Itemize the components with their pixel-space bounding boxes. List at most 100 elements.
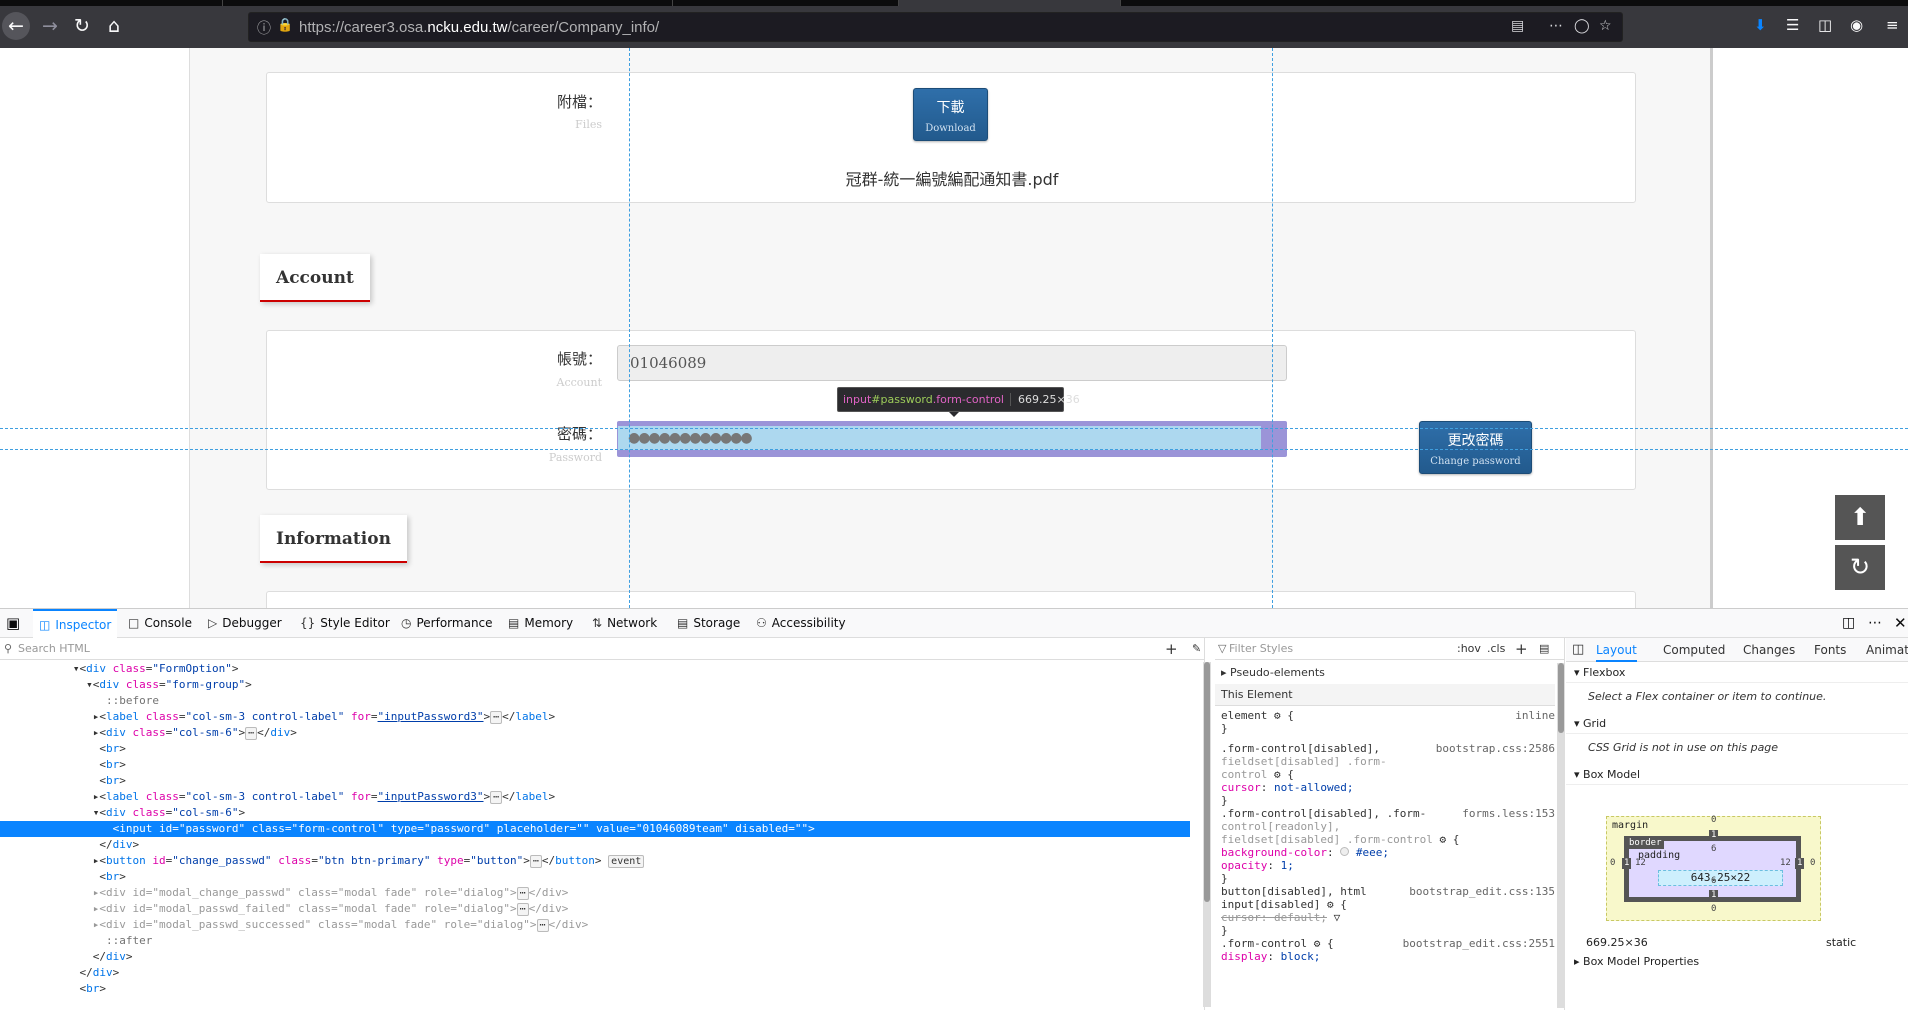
- border-top[interactable]: 1: [1709, 830, 1719, 841]
- tree-line[interactable]: ▸<div id="modal_passwd_successed" class=…: [0, 917, 1190, 933]
- add-rule-icon[interactable]: +: [1515, 638, 1528, 660]
- account-input[interactable]: 01046089: [617, 345, 1287, 381]
- tab-storage[interactable]: ▤ Storage: [677, 609, 740, 638]
- page-actions-icon[interactable]: ⋯: [1549, 18, 1563, 34]
- tree-line[interactable]: <br>: [0, 757, 1190, 773]
- tree-line[interactable]: ▸<button id="change_passwd" class="btn b…: [0, 853, 1190, 869]
- tree-line[interactable]: </div>: [0, 949, 1190, 965]
- rule-element[interactable]: element ⚙ {inline}: [1221, 709, 1559, 735]
- pick-element-icon[interactable]: ▣: [6, 609, 20, 638]
- reload-icon[interactable]: ↻: [68, 12, 96, 40]
- markup-scrollbar[interactable]: [1203, 662, 1211, 1007]
- tree-line[interactable]: <br>: [0, 773, 1190, 789]
- border-bottom[interactable]: 1: [1709, 890, 1719, 901]
- tab-console[interactable]: □ Console: [128, 609, 192, 638]
- add-node-icon[interactable]: +: [1165, 638, 1178, 660]
- margin-right[interactable]: 0: [1810, 858, 1815, 868]
- padding-bottom[interactable]: 6: [1711, 876, 1716, 886]
- tab-performance[interactable]: ◷ Performance: [401, 609, 493, 638]
- tree-line[interactable]: ▾<div class="FormOption">: [0, 661, 1190, 677]
- padding-top[interactable]: 6: [1711, 844, 1716, 854]
- tree-line[interactable]: <br>: [0, 981, 1190, 997]
- tree-line[interactable]: ▸<label class="col-sm-3 control-label" f…: [0, 709, 1190, 725]
- tab-changes[interactable]: Changes: [1743, 638, 1795, 662]
- menu-icon[interactable]: ≡: [1886, 16, 1899, 34]
- padding-right[interactable]: 12: [1780, 858, 1791, 868]
- pseudo-elements-toggle[interactable]: ▸ Pseudo-elements: [1221, 663, 1559, 683]
- box-model-properties-header[interactable]: ▸ Box Model Properties: [1566, 952, 1908, 972]
- rule-button-disabled[interactable]: button[disabled], html bootstrap_edit.css…: [1221, 885, 1559, 937]
- tree-line[interactable]: ▸<div id="modal_change_passwd" class="mo…: [0, 885, 1190, 901]
- close-devtools-icon[interactable]: ✕: [1894, 609, 1907, 638]
- tree-line[interactable]: ▸<div class="col-sm-6"> ⋯ </div>: [0, 725, 1190, 741]
- box-model-header[interactable]: ▾ Box Model: [1566, 765, 1908, 785]
- flexbox-header[interactable]: ▾ Flexbox: [1566, 663, 1908, 683]
- tab-inspector[interactable]: ◫ Inspector: [33, 609, 118, 638]
- pocket-icon[interactable]: ◯: [1574, 18, 1590, 34]
- rule-forms-less[interactable]: .form-control[disabled], .form-forms.les…: [1221, 807, 1559, 885]
- dock-icon[interactable]: ◫: [1842, 609, 1855, 638]
- rule-form-control[interactable]: .form-control ⚙ {bootstrap_edit.css:2551…: [1221, 937, 1559, 963]
- tab-fonts[interactable]: Fonts: [1814, 638, 1846, 662]
- tree-line[interactable]: ▸<div id="modal_passwd_failed" class="mo…: [0, 901, 1190, 917]
- print-media-icon[interactable]: ▤: [1539, 638, 1549, 660]
- search-html-input[interactable]: ⚲ Search HTML + ✎: [0, 638, 1205, 660]
- tab-computed[interactable]: Computed: [1663, 638, 1725, 662]
- bookmark-star-icon[interactable]: ☆: [1599, 18, 1612, 34]
- border-label: border: [1627, 838, 1664, 849]
- devtools-menu-icon[interactable]: ⋯: [1868, 609, 1882, 638]
- border-left[interactable]: 1: [1622, 858, 1632, 869]
- tab-style-editor[interactable]: {} Style Editor: [300, 609, 390, 638]
- filter-styles-input[interactable]: ▽ Filter Styles :hov .cls + ▤: [1215, 638, 1564, 660]
- tree-line[interactable]: ▾<div class="col-sm-6">: [0, 805, 1190, 821]
- rules-scrollbar[interactable]: [1557, 663, 1564, 1008]
- scroll-top-icon[interactable]: ⬆: [1835, 495, 1885, 540]
- grid-header[interactable]: ▾ Grid: [1566, 714, 1908, 734]
- download-icon[interactable]: ⬇: [1754, 16, 1767, 34]
- url-bar[interactable]: ⓘ 🔒 https://career3.osa.ncku.edu.tw/care…: [248, 12, 1623, 42]
- eyedropper-icon[interactable]: ✎: [1192, 638, 1201, 660]
- tab-animations[interactable]: Animat: [1866, 638, 1908, 662]
- margin-left[interactable]: 0: [1610, 858, 1615, 868]
- cls-toggle[interactable]: .cls: [1487, 638, 1505, 660]
- page-content: 附檔： Files 下載 Download 冠群-統一編號編配通知書.pdf A…: [0, 48, 1908, 608]
- sidebar-icon[interactable]: ◫: [1818, 16, 1832, 34]
- margin-bottom[interactable]: 0: [1711, 904, 1716, 914]
- back-arrow-icon[interactable]: ←: [2, 12, 30, 40]
- tree-line[interactable]: ::before: [0, 693, 1190, 709]
- refresh-icon[interactable]: ↻: [1835, 545, 1885, 590]
- toggle-pane-icon[interactable]: ◫: [1572, 638, 1584, 662]
- account-icon[interactable]: ◉: [1850, 16, 1863, 34]
- tree-line[interactable]: </div>: [0, 837, 1190, 853]
- lock-warning-icon[interactable]: 🔒: [277, 18, 293, 33]
- download-button[interactable]: 下載 Download: [913, 88, 988, 141]
- tab-layout[interactable]: Layout: [1596, 638, 1637, 662]
- library-icon[interactable]: ☰: [1786, 16, 1799, 34]
- margin-top[interactable]: 0: [1711, 815, 1716, 825]
- tree-line-selected[interactable]: <input id="password" class="form-control…: [0, 821, 1190, 837]
- tab-accessibility[interactable]: ⚇ Accessibility: [756, 609, 846, 638]
- tree-line[interactable]: <br>: [0, 741, 1190, 757]
- forward-arrow-icon[interactable]: →: [36, 12, 64, 40]
- file-name-link[interactable]: 冠群-統一編號編配通知書.pdf: [827, 166, 1077, 190]
- tree-line[interactable]: <br>: [0, 869, 1190, 885]
- filter-overridden-icon[interactable]: ▽: [1334, 911, 1341, 924]
- tree-line[interactable]: ::after: [0, 933, 1190, 949]
- tab-debugger[interactable]: ▷ Debugger: [208, 609, 282, 638]
- padding-left[interactable]: 12: [1635, 858, 1646, 868]
- password-input[interactable]: ●●●●●●●●●●●●: [618, 426, 1261, 450]
- url-text[interactable]: https://career3.osa.ncku.edu.tw/career/C…: [299, 19, 659, 36]
- tab-memory[interactable]: ▤ Memory: [508, 609, 573, 638]
- reader-view-icon[interactable]: ▤: [1511, 18, 1524, 34]
- tree-line[interactable]: </div>: [0, 965, 1190, 981]
- home-icon[interactable]: ⌂: [100, 12, 128, 40]
- flexbox-note: Select a Flex container or item to conti…: [1588, 690, 1827, 703]
- tab-network[interactable]: ⇅ Network: [592, 609, 657, 638]
- info-icon[interactable]: ⓘ: [257, 18, 271, 38]
- border-right[interactable]: 1: [1795, 858, 1805, 869]
- hov-toggle[interactable]: :hov: [1457, 638, 1481, 660]
- tree-line[interactable]: ▾<div class="form-group">: [0, 677, 1190, 693]
- rule-form-control-disabled[interactable]: .form-control[disabled], bootstrap.css:25…: [1221, 742, 1559, 807]
- search-icon: ⚲: [4, 642, 13, 655]
- tree-line[interactable]: ▸<label class="col-sm-3 control-label" f…: [0, 789, 1190, 805]
